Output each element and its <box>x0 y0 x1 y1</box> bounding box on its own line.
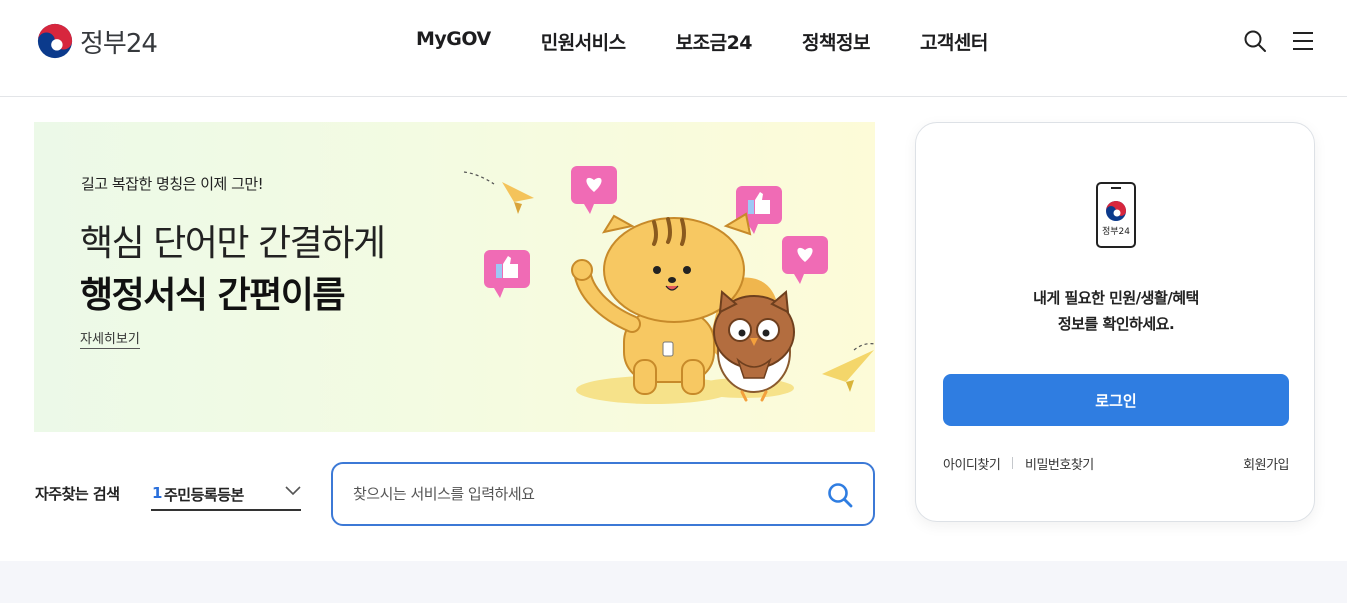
thumbs-up-bubble-icon <box>484 250 530 298</box>
nav-subsidy24[interactable]: 보조금24 <box>676 28 753 55</box>
frequent-search-item: 주민등록등본 <box>164 486 244 504</box>
login-message-line2: 정보를 확인하세요. <box>1057 315 1175 333</box>
paper-plane-icon <box>463 171 534 214</box>
mascot-illustration <box>463 166 875 404</box>
service-search-box <box>331 462 875 526</box>
taegeuk-logo-icon <box>37 23 73 59</box>
login-message: 내게 필요한 민원/생활/혜택 정보를 확인하세요. <box>916 285 1316 337</box>
banner-title-line2: 행정서식 간편이름 <box>80 275 346 316</box>
paper-plane-icon <box>822 343 875 392</box>
account-links: 아이디찾기 비밀번호찾기 회원가입 <box>943 454 1289 474</box>
nav-civil-service[interactable]: 민원서비스 <box>541 28 626 55</box>
main-nav: MyGOV 민원서비스 보조금24 정책정보 고객센터 <box>416 28 1038 55</box>
login-card: 정부24 내게 필요한 민원/생활/혜택 정보를 확인하세요. 로그인 아이디찾… <box>915 122 1315 522</box>
site-header: 정부24 MyGOV 민원서비스 보조금24 정책정보 고객센터 <box>0 0 1347 97</box>
frequent-search-label: 자주찾는 검색 <box>35 485 120 503</box>
banner-subtitle: 길고 복잡한 명칭은 이제 그만! <box>81 175 264 193</box>
heart-bubble-icon <box>782 236 828 284</box>
find-id-link[interactable]: 아이디찾기 <box>943 454 1001 473</box>
frequent-search-dropdown[interactable]: 1 주민등록등본 <box>151 480 301 511</box>
login-message-line1: 내게 필요한 민원/생활/혜택 <box>1033 289 1199 307</box>
promo-banner[interactable]: 길고 복잡한 명칭은 이제 그만! 핵심 단어만 간결하게 행정서식 간편이름 … <box>34 122 875 432</box>
next-section-band <box>0 561 1347 603</box>
search-icon[interactable] <box>827 482 853 508</box>
nav-mygov[interactable]: MyGOV <box>416 28 491 55</box>
find-password-link[interactable]: 비밀번호찾기 <box>1025 454 1094 473</box>
search-icon[interactable] <box>1243 29 1267 53</box>
nav-policy-info[interactable]: 정책정보 <box>802 28 870 55</box>
frequent-search-rank: 1 <box>152 484 163 502</box>
heart-bubble-icon <box>571 166 617 214</box>
nav-customer-center[interactable]: 고객센터 <box>920 28 988 55</box>
menu-icon[interactable] <box>1291 29 1315 53</box>
logo[interactable]: 정부24 <box>36 22 158 60</box>
mobile-app-icon: 정부24 <box>1096 182 1136 248</box>
app-label: 정부24 <box>1102 226 1130 237</box>
logo-text: 정부24 <box>80 28 158 59</box>
divider <box>1012 457 1013 469</box>
login-button[interactable]: 로그인 <box>943 374 1289 426</box>
banner-title-line1: 핵심 단어만 간결하게 <box>80 223 386 264</box>
banner-more-link[interactable]: 자세히보기 <box>80 328 140 349</box>
join-link[interactable]: 회원가입 <box>1243 454 1289 473</box>
service-search-input[interactable] <box>353 480 813 508</box>
chevron-down-icon <box>285 486 301 496</box>
